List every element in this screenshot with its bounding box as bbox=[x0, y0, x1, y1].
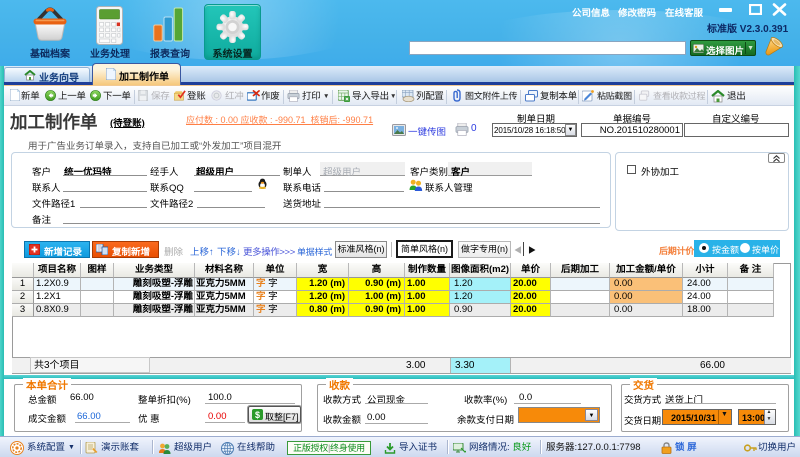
svg-text:$: $ bbox=[255, 410, 260, 420]
